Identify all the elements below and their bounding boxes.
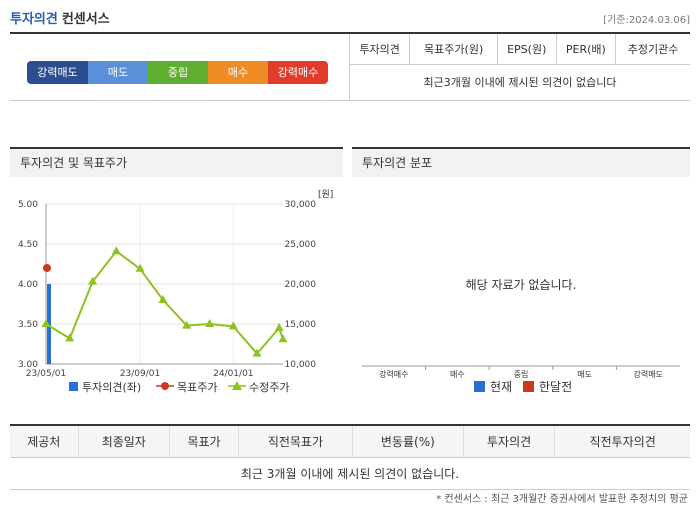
col-opinion: 투자의견: [348, 34, 410, 65]
scale-divider: [10, 100, 349, 101]
scale-sell: 매도: [88, 61, 148, 84]
page-title: 투자의견 컨센서스: [10, 8, 110, 27]
distribution-categories: 강력매수 매수 중립 매도 강력매도: [379, 366, 663, 379]
distribution-empty-message: 해당 자료가 없습니다.: [465, 278, 577, 292]
left-tick-label: 4.50: [18, 240, 38, 250]
panel-title-opinion-target: 투자의견 및 목표주가: [10, 147, 343, 177]
col-target-price: 목표주가(원): [409, 34, 498, 65]
title-main: 투자의견: [10, 12, 58, 27]
legend-target-marker: [161, 382, 169, 390]
category-label: 강력매도: [633, 369, 662, 379]
provider-empty-message: 최근 3개월 이내에 제시된 의견이 없습니다.: [10, 457, 690, 490]
x-tick-label: 23/05/01: [26, 369, 66, 379]
legend-target-label: 목표주가: [177, 381, 217, 394]
col-per: PER(배): [555, 34, 616, 65]
right-tick-label: 15,000: [285, 320, 317, 330]
distribution-chart: 강력매수 매수 중립 매도 강력매도 현재 한달전: [362, 365, 680, 394]
x-tick-label: 24/01/01: [213, 369, 253, 379]
price-marker: [278, 334, 288, 343]
opinion-target-chart: 5.004.504.003.503.00 30,00025,00020,0001…: [18, 189, 333, 394]
panel-title-distribution: 투자의견 분포: [352, 147, 690, 177]
reference-date: [기준:2024.03.06]: [603, 15, 690, 26]
x-axis-ticks: 23/05/01 23/09/01 24/01/01: [26, 369, 254, 379]
scale-strong-buy: 강력매수: [268, 61, 328, 84]
adjusted-price-markers: [41, 246, 288, 357]
legend-price-label: 수정주가: [249, 381, 289, 394]
consensus-empty-message: 최근3개월 이내에 제시된 의견이 없습니다: [349, 64, 690, 101]
legend-current-swatch: [474, 381, 485, 392]
col-target: 목표가: [168, 424, 239, 458]
legend-current-label: 현재: [490, 380, 512, 394]
category-label: 매수: [450, 370, 465, 379]
footnote: * 컨센서스 : 최근 3개월간 증권사에서 발표한 추정치의 평균: [436, 494, 688, 505]
right-tick-label: 10,000: [285, 360, 317, 370]
price-marker: [111, 246, 121, 255]
price-marker: [205, 319, 215, 327]
col-last-date: 최종일자: [77, 424, 170, 458]
col-eps: EPS(원): [496, 34, 557, 65]
price-marker: [135, 263, 145, 272]
category-label: 강력매수: [379, 369, 408, 379]
legend-opinion-label: 투자의견(좌): [82, 381, 141, 394]
left-tick-label: 4.00: [18, 280, 38, 290]
target-marker: [43, 264, 51, 272]
scale-neutral: 중립: [148, 61, 208, 84]
col-prev-target: 직전목표가: [238, 424, 353, 458]
col-prev-opinion: 직전투자의견: [554, 424, 690, 458]
legend-opinion-swatch: [69, 382, 78, 391]
col-institutions: 추정기관수: [615, 34, 690, 65]
scale-strong-sell: 강력매도: [27, 61, 88, 84]
right-tick-label: 30,000: [285, 200, 317, 210]
col-provider: 제공처: [10, 424, 79, 458]
col-opinion: 투자의견: [462, 424, 555, 458]
category-label: 중립: [514, 370, 529, 379]
left-axis-ticks: 5.004.504.003.503.00: [18, 200, 38, 370]
right-axis-ticks: 30,000 25,000 20,000 15,000 10,000: [285, 200, 317, 370]
consensus-table: 투자의견 목표주가(원) EPS(원) PER(배) 추정기관수 최근3개월 이…: [348, 34, 690, 101]
category-label: 매도: [577, 370, 592, 379]
left-tick-label: 5.00: [18, 200, 38, 210]
left-tick-label: 3.50: [18, 320, 38, 330]
legend-month-ago-swatch: [523, 381, 534, 392]
provider-table: 제공처 최종일자 목표가 직전목표가 변동률(%) 투자의견 직전투자의견 최근…: [10, 424, 690, 490]
legend-month-ago-label: 한달전: [539, 380, 572, 394]
scale-buy: 매수: [208, 61, 268, 84]
right-tick-label: 25,000: [285, 240, 317, 250]
chart-gridlines: [46, 203, 283, 325]
col-change-rate: 변동률(%): [351, 424, 464, 458]
target-price-markers: [43, 264, 51, 272]
right-axis-unit: [원]: [318, 189, 333, 200]
right-tick-label: 20,000: [285, 280, 317, 290]
x-tick-label: 23/09/01: [120, 369, 160, 379]
title-sub: 컨센서스: [61, 12, 110, 27]
